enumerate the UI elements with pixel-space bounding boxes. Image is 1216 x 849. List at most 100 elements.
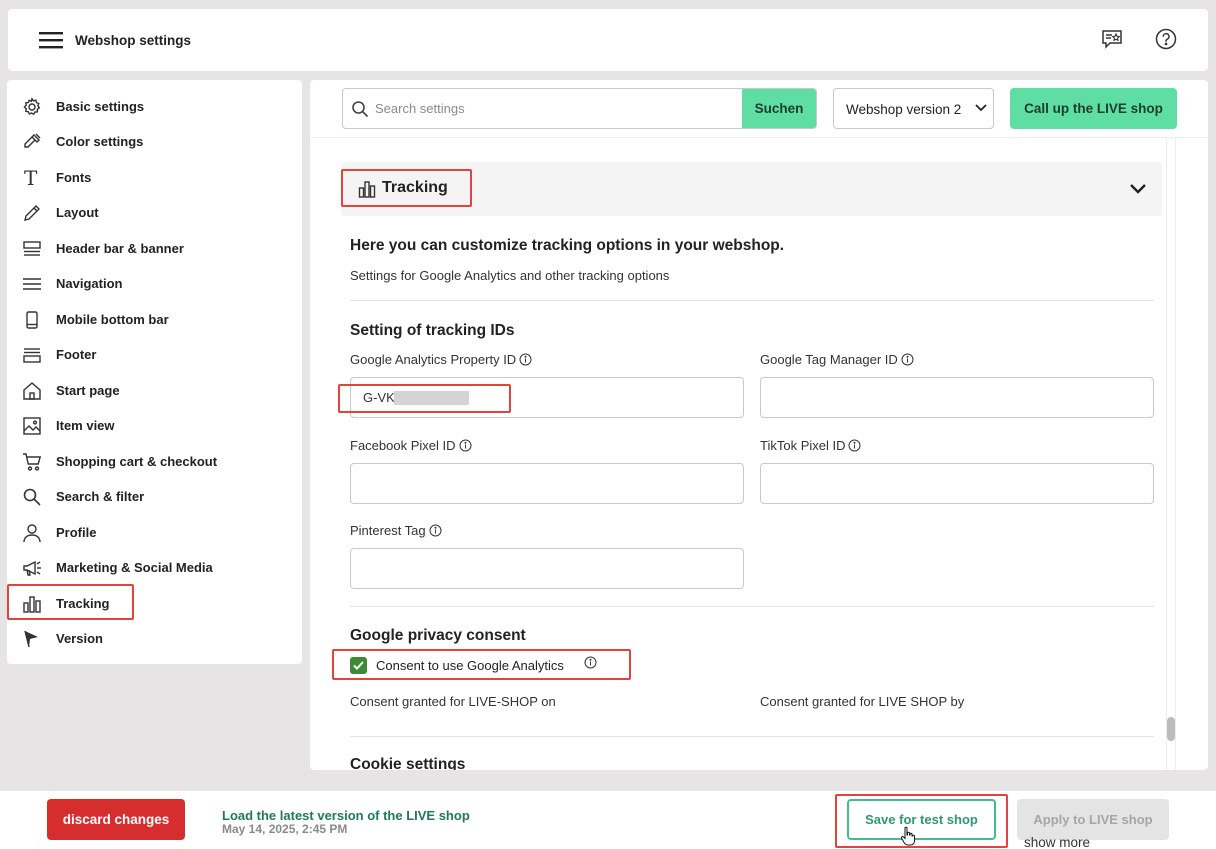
info-icon[interactable] <box>519 353 532 366</box>
cart-icon <box>22 452 42 472</box>
sidebar-item-item-view[interactable]: Item view <box>7 409 302 441</box>
info-icon[interactable] <box>848 439 861 452</box>
sidebar-item-label: Version <box>56 631 103 646</box>
redacted-value <box>394 391 469 405</box>
show-more-link[interactable]: show more <box>1024 835 1090 849</box>
megaphone-icon <box>22 558 42 578</box>
svg-text:T: T <box>24 168 38 188</box>
sidebar-item-label: Footer <box>56 347 97 362</box>
feedback-star-icon[interactable] <box>1101 28 1123 50</box>
tiktok-pixel-id-input[interactable] <box>760 463 1154 504</box>
sidebar-item-search-filter[interactable]: Search & filter <box>7 480 302 512</box>
sidebar-item-color-settings[interactable]: Color settings <box>7 125 302 157</box>
toolbar-divider <box>310 137 1208 138</box>
chevron-down-icon[interactable] <box>1129 183 1147 195</box>
sidebar-item-footer[interactable]: Footer <box>7 338 302 370</box>
sidebar-item-label: Profile <box>56 525 97 540</box>
sidebar-item-label: Search & filter <box>56 489 145 504</box>
font-icon: T <box>22 168 42 188</box>
bar-chart-icon <box>22 594 42 614</box>
info-icon[interactable] <box>459 439 472 452</box>
search-bar: Suchen <box>342 88 817 129</box>
load-latest-date: May 14, 2025, 2:45 PM <box>222 822 348 836</box>
hand-cursor-icon <box>900 826 916 846</box>
info-icon[interactable] <box>429 524 442 537</box>
search-icon <box>351 100 369 118</box>
sidebar-item-label: Layout <box>56 205 99 220</box>
version-select-value: Webshop version 2 <box>846 102 962 117</box>
gear-icon <box>22 97 42 117</box>
page-title: Webshop settings <box>75 33 192 48</box>
sidebar-item-navigation[interactable]: Navigation <box>7 267 302 299</box>
top-bar: Webshop settings <box>8 9 1208 71</box>
user-icon <box>22 523 42 543</box>
sidebar-item-layout[interactable]: Layout <box>7 196 302 228</box>
home-icon <box>22 381 42 401</box>
cookie-settings-heading: Cookie settings <box>350 756 466 770</box>
facebook-pixel-id-label: Facebook Pixel ID <box>350 438 472 453</box>
hamburger-menu-icon[interactable] <box>39 31 63 49</box>
header-icon <box>22 239 42 259</box>
sidebar-item-version[interactable]: Version <box>7 622 302 654</box>
sidebar-item-profile[interactable]: Profile <box>7 516 302 548</box>
consent-checkbox-label[interactable]: Consent to use Google Analytics <box>376 658 564 673</box>
search-button[interactable]: Suchen <box>742 89 816 128</box>
tracking-section-header[interactable]: Tracking <box>341 162 1162 216</box>
footer-icon <box>22 345 42 365</box>
main-panel: Suchen Webshop version 2 Call up the LIV… <box>310 80 1208 770</box>
apply-to-live-shop-button[interactable]: Apply to LIVE shop <box>1017 799 1169 840</box>
sidebar-item-start-page[interactable]: Start page <box>7 374 302 406</box>
pinterest-tag-label: Pinterest Tag <box>350 523 442 538</box>
bar-chart-icon <box>358 180 376 198</box>
menu-lines-icon <box>22 274 42 294</box>
sidebar-item-basic-settings[interactable]: Basic settings <box>7 90 302 122</box>
search-input[interactable] <box>371 89 741 128</box>
gtm-id-input[interactable] <box>760 377 1154 418</box>
flag-icon <box>22 629 42 649</box>
facebook-pixel-id-input[interactable] <box>350 463 744 504</box>
sidebar-item-label: Fonts <box>56 170 92 185</box>
scrollbar-thumb[interactable] <box>1167 717 1175 741</box>
consent-granted-on: Consent granted for LIVE-SHOP on <box>350 694 556 709</box>
info-icon[interactable] <box>584 656 597 669</box>
sidebar-item-label: Navigation <box>56 276 123 291</box>
sidebar-item-mobile-bottom-bar[interactable]: Mobile bottom bar <box>7 303 302 335</box>
ga-property-id-label: Google Analytics Property ID <box>350 352 532 367</box>
divider <box>350 300 1154 301</box>
sidebar-item-label: Mobile bottom bar <box>56 312 169 327</box>
sidebar-item-label: Basic settings <box>56 99 145 114</box>
sidebar-item-label: Start page <box>56 383 120 398</box>
sidebar-item-fonts[interactable]: T Fonts <box>7 161 302 193</box>
privacy-consent-heading: Google privacy consent <box>350 627 526 644</box>
sidebar-item-header-bar-banner[interactable]: Header bar & banner <box>7 232 302 264</box>
info-icon[interactable] <box>901 353 914 366</box>
gtm-id-label: Google Tag Manager ID <box>760 352 914 367</box>
call-up-live-shop-button[interactable]: Call up the LIVE shop <box>1010 88 1177 129</box>
pencil-icon <box>22 203 42 223</box>
divider <box>350 606 1154 607</box>
image-icon <box>22 416 42 436</box>
sidebar-item-label: Shopping cart & checkout <box>56 454 218 469</box>
mobile-icon <box>22 310 42 330</box>
scrollbar-track[interactable] <box>1166 138 1176 770</box>
sidebar-item-label: Item view <box>56 418 115 433</box>
consent-checkbox[interactable] <box>350 657 367 674</box>
pinterest-tag-input[interactable] <box>350 548 744 589</box>
sidebar-item-shopping-cart-checkout[interactable]: Shopping cart & checkout <box>7 445 302 477</box>
save-for-test-shop-button[interactable]: Save for test shop <box>847 799 996 840</box>
sidebar-item-label: Marketing & Social Media <box>56 560 213 575</box>
bottom-action-bar: discard changes Load the latest version … <box>0 790 1216 849</box>
sidebar: Basic settings Color settings T Fonts La… <box>7 80 302 664</box>
chevron-down-icon <box>975 104 987 112</box>
sidebar-item-tracking[interactable]: Tracking <box>7 587 302 619</box>
help-icon[interactable] <box>1155 28 1177 50</box>
tiktok-pixel-id-label: TikTok Pixel ID <box>760 438 861 453</box>
sidebar-item-label: Color settings <box>56 134 144 149</box>
load-latest-live-link[interactable]: Load the latest version of the LIVE shop <box>222 808 470 823</box>
webshop-version-select[interactable]: Webshop version 2 <box>833 88 994 129</box>
intro-heading: Here you can customize tracking options … <box>350 237 785 254</box>
sidebar-item-marketing-social-media[interactable]: Marketing & Social Media <box>7 551 302 583</box>
tracking-ids-heading: Setting of tracking IDs <box>350 322 515 339</box>
search-icon <box>22 487 42 507</box>
discard-changes-button[interactable]: discard changes <box>47 799 185 840</box>
